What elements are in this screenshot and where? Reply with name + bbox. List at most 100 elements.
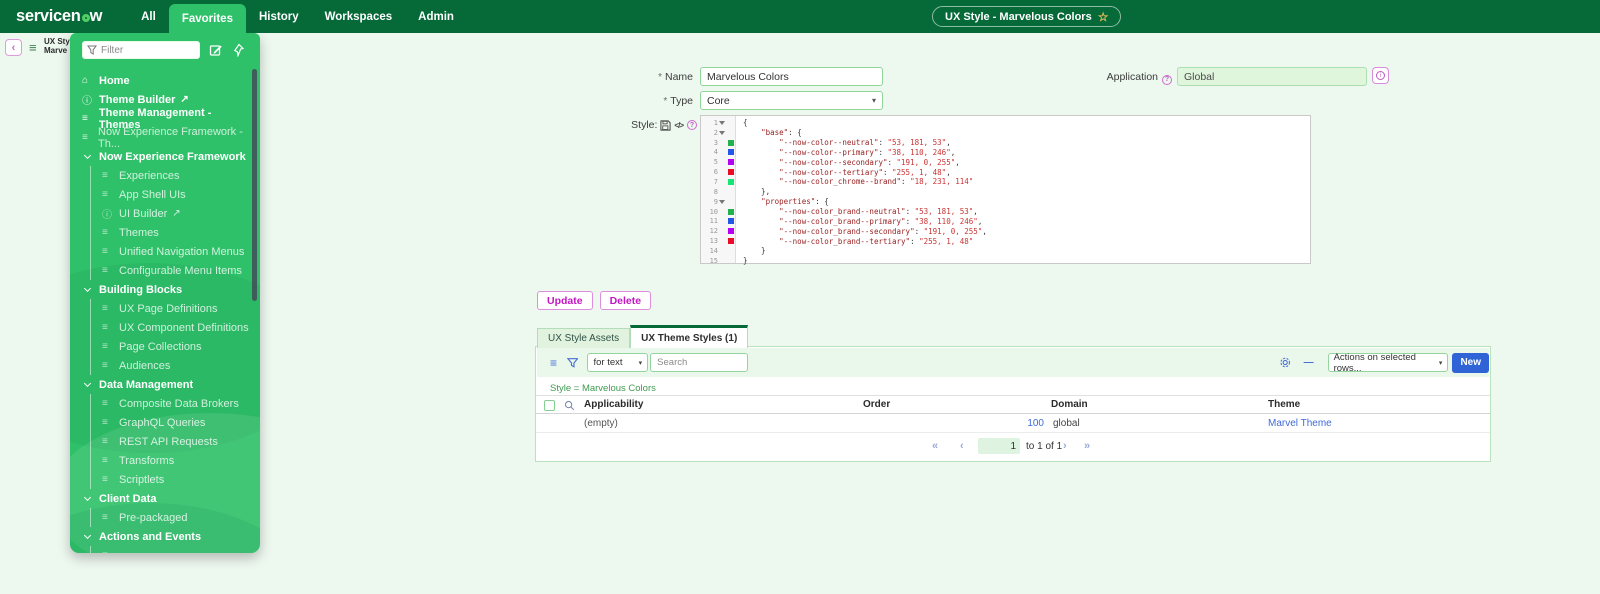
column-header[interactable]: Order: [863, 399, 890, 410]
name-input[interactable]: [700, 67, 883, 86]
table-row[interactable]: (empty) 100 global Marvel Theme: [536, 414, 1490, 433]
chevron-down-icon: [83, 151, 92, 159]
menu-item-label: Unified Navigation Menus: [119, 245, 245, 258]
menu-item[interactable]: ≡ Now Experience Framework - Th...: [70, 125, 260, 150]
new-button[interactable]: New: [1452, 352, 1489, 373]
menu-item[interactable]: ≡ Experiences: [70, 166, 260, 185]
menu-item[interactable]: Data Management: [70, 375, 260, 394]
menu-item[interactable]: ≡ Transforms: [70, 451, 260, 470]
logo-text-pre: servicen: [16, 7, 81, 25]
nav-item[interactable]: Favorites: [168, 4, 246, 33]
application-info-button[interactable]: i: [1372, 67, 1389, 84]
column-header[interactable]: Theme: [1268, 399, 1300, 410]
list-search-input[interactable]: [650, 353, 749, 372]
pin-menu-icon[interactable]: [232, 43, 246, 57]
style-help-icon[interactable]: ?: [687, 120, 697, 130]
menu-item[interactable]: Client Data: [70, 489, 260, 508]
fold-caret-icon[interactable]: [718, 121, 726, 125]
actions-select[interactable]: Actions on selected rows... ▾: [1327, 352, 1449, 374]
cell-order-link[interactable]: 100: [956, 418, 1044, 429]
fold-caret-icon[interactable]: [718, 200, 726, 204]
menu-item[interactable]: ≡ App Shell UIs: [70, 185, 260, 204]
nav-item[interactable]: Workspaces: [312, 0, 406, 33]
menu-item[interactable]: ≡ Composite Data Brokers: [70, 394, 260, 413]
list-filter-icon[interactable]: [567, 357, 579, 369]
code-view-icon[interactable]: </>: [674, 121, 684, 130]
cell-theme-link[interactable]: Marvel Theme: [1268, 418, 1332, 429]
tab-label: UX Style Assets: [548, 333, 620, 344]
nav-item-label: All: [141, 10, 156, 23]
menu-item[interactable]: ⓘ UI Builder ↗: [70, 204, 260, 223]
list-context-menu-icon[interactable]: ≡: [550, 356, 557, 370]
application-input[interactable]: [1177, 67, 1367, 86]
page-number-input[interactable]: [978, 438, 1020, 454]
favorite-star-icon[interactable]: ☆: [1098, 10, 1109, 24]
collapse-list-icon[interactable]: —: [1304, 357, 1314, 368]
cell-domain: global: [1053, 418, 1080, 429]
prev-page-icon[interactable]: ‹: [960, 440, 964, 452]
color-swatch: [728, 208, 734, 215]
context-record-pill[interactable]: UX Style - Marvelous Colors ☆: [932, 6, 1122, 27]
main-nav: All Favorites History Workspaces Admin: [128, 0, 467, 33]
menu-item[interactable]: ≡ Unified Navigation Menus: [70, 242, 260, 261]
chevron-down-icon: [83, 531, 92, 539]
related-list-tab[interactable]: UX Style Assets: [537, 328, 631, 348]
filter-funnel-icon: [87, 45, 97, 55]
required-marker: *: [658, 72, 662, 83]
nav-item[interactable]: All: [128, 0, 169, 33]
application-help-icon[interactable]: ?: [1162, 74, 1172, 85]
menu-item[interactable]: ≡ Pre-packaged: [70, 508, 260, 527]
menu-item[interactable]: Now Experience Framework: [70, 147, 260, 166]
list-icon: ≡: [102, 341, 108, 352]
menu-item[interactable]: ≡ REST API Requests: [70, 432, 260, 451]
menu-item-label: Now Experience Framework - Th...: [98, 125, 243, 150]
chevron-down-icon: [83, 284, 92, 292]
list-breadcrumb[interactable]: Style = Marvelous Colors: [550, 383, 656, 394]
required-marker: *: [663, 96, 668, 107]
favorites-filter-field[interactable]: [82, 41, 200, 59]
menu-item-label: UX Page Definitions: [119, 302, 218, 315]
menu-item[interactable]: ⌂ Home: [70, 71, 260, 90]
last-page-icon[interactable]: »: [1084, 440, 1090, 452]
servicenow-logo[interactable]: servicen w: [16, 0, 102, 33]
list-settings-gear-icon[interactable]: [1279, 356, 1291, 369]
favorites-filter-input[interactable]: [101, 44, 181, 56]
menu-item[interactable]: ≡ Page Collections: [70, 337, 260, 356]
delete-button[interactable]: Delete: [599, 291, 652, 310]
fold-caret-icon[interactable]: [718, 131, 726, 135]
column-header[interactable]: Domain: [1051, 399, 1088, 410]
menu-item[interactable]: ≡ GraphQL Queries: [70, 413, 260, 432]
form-context-menu-icon[interactable]: ≡: [29, 40, 37, 55]
menu-scrollbar[interactable]: [252, 69, 257, 301]
menu-item[interactable]: ≡ Themes: [70, 223, 260, 242]
menu-item[interactable]: ≡ Scriptlets: [70, 470, 260, 489]
style-code-editor[interactable]: 1{2 "base": {3 "--now-color--neutral": "…: [700, 115, 1311, 265]
code-line: 5 "--now-color--secondary": "191, 0, 255…: [713, 157, 960, 167]
menu-item[interactable]: ≡ UX Page Definitions: [70, 299, 260, 318]
menu-item-label: Theme Builder: [99, 93, 176, 106]
nav-item[interactable]: Admin: [405, 0, 467, 33]
type-select[interactable]: Core ▾: [700, 91, 883, 110]
color-swatch: [728, 159, 734, 166]
color-swatch: [728, 238, 734, 245]
record-title-line1: UX Sty: [44, 37, 70, 46]
menu-item-label: Now Experience Framework: [99, 150, 246, 163]
first-page-icon[interactable]: «: [932, 440, 938, 452]
next-page-icon[interactable]: ›: [1063, 440, 1067, 452]
logo-text-post: w: [89, 7, 103, 25]
menu-item[interactable]: ≡ Configurable Menu Items: [70, 261, 260, 280]
color-swatch: [728, 228, 734, 235]
menu-item[interactable]: ≡: [70, 546, 260, 553]
back-button[interactable]: ‹: [5, 39, 22, 56]
menu-item[interactable]: Actions and Events: [70, 527, 260, 546]
search-field-select[interactable]: for text ▾: [587, 353, 649, 372]
edit-favorites-icon[interactable]: [209, 43, 223, 57]
menu-item[interactable]: ≡ UX Component Definitions: [70, 318, 260, 337]
menu-item[interactable]: ≡ Audiences: [70, 356, 260, 375]
nav-item[interactable]: History: [246, 0, 312, 33]
menu-item[interactable]: Building Blocks: [70, 280, 260, 299]
update-button[interactable]: Update: [537, 291, 593, 310]
related-list-tab[interactable]: UX Theme Styles (1): [630, 325, 749, 348]
column-header[interactable]: Applicability: [584, 399, 643, 410]
save-style-icon[interactable]: [660, 119, 672, 131]
